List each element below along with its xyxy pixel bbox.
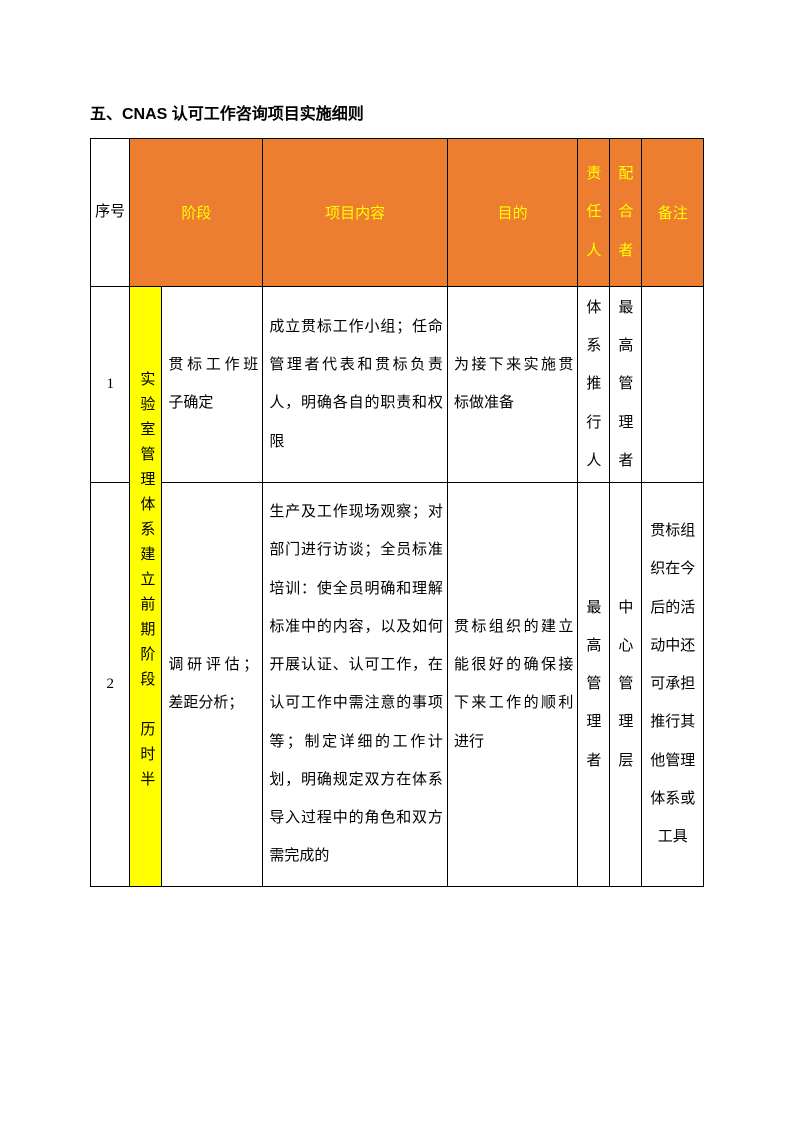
cell-responsible-1: 体系推行人 (578, 286, 610, 482)
table-row: 2 调研评估；差距分析； 生产及工作现场观察；对部门进行访谈；全员标准培训：使全… (91, 483, 704, 887)
header-cooperator: 配合者 (610, 139, 642, 287)
cell-cooperator-1: 最高管理者 (610, 286, 642, 482)
responsible-2-label: 最高管理者 (580, 587, 607, 782)
header-remark: 备注 (642, 139, 704, 287)
phase-label: 实验室管理体系建立前期阶段 历时半 (138, 365, 153, 802)
cell-cooperator-2: 中心管理层 (610, 483, 642, 887)
cell-remark-2: 贯标组织在今后的活动中还可承担推行其他管理体系或工具 (642, 483, 704, 887)
table-row: 1 实验室管理体系建立前期阶段 历时半 贯标工作班子确定 成立贯标工作小组；任命… (91, 286, 704, 482)
remark-2-label: 贯标组织在今后的活动中还可承担推行其他管理体系或工具 (644, 510, 701, 858)
responsible-1-label: 体系推行人 (580, 287, 607, 482)
header-responsible-label: 责任人 (580, 153, 607, 272)
cell-stage-1: 贯标工作班子确定 (162, 286, 263, 482)
cell-purpose-1: 为接下来实施贯标做准备 (447, 286, 577, 482)
cell-stage-2: 调研评估；差距分析； (162, 483, 263, 887)
cell-purpose-2: 贯标组织的建立能很好的确保接下来工作的顺利进行 (447, 483, 577, 887)
section-title: 五、CNAS 认可工作咨询项目实施细则 (90, 100, 704, 124)
cell-responsible-2: 最高管理者 (578, 483, 610, 887)
cell-remark-1 (642, 286, 704, 482)
cooperator-2-label: 中心管理层 (612, 587, 639, 782)
cell-seq-1: 1 (91, 286, 130, 482)
table-header-row: 序号 阶段 项目内容 目的 责任人 配合者 备注 (91, 139, 704, 287)
cell-seq-2: 2 (91, 483, 130, 887)
header-cooperator-label: 配合者 (612, 153, 639, 272)
header-responsible: 责任人 (578, 139, 610, 287)
cell-content-2: 生产及工作现场观察；对部门进行访谈；全员标准培训：使全员明确和理解标准中的内容，… (263, 483, 448, 887)
header-seq-label: 序号 (93, 191, 127, 233)
cooperator-1-label: 最高管理者 (612, 287, 639, 482)
cell-content-1: 成立贯标工作小组；任命管理者代表和贯标负责人，明确各自的职责和权限 (263, 286, 448, 482)
cell-phase: 实验室管理体系建立前期阶段 历时半 (130, 286, 162, 886)
header-content: 项目内容 (263, 139, 448, 287)
header-purpose: 目的 (447, 139, 577, 287)
header-phase: 阶段 (130, 139, 263, 287)
implementation-rules-table: 序号 阶段 项目内容 目的 责任人 配合者 备注 1 实验室管理体系建立前期阶段… (90, 138, 704, 887)
header-seq: 序号 (91, 139, 130, 287)
